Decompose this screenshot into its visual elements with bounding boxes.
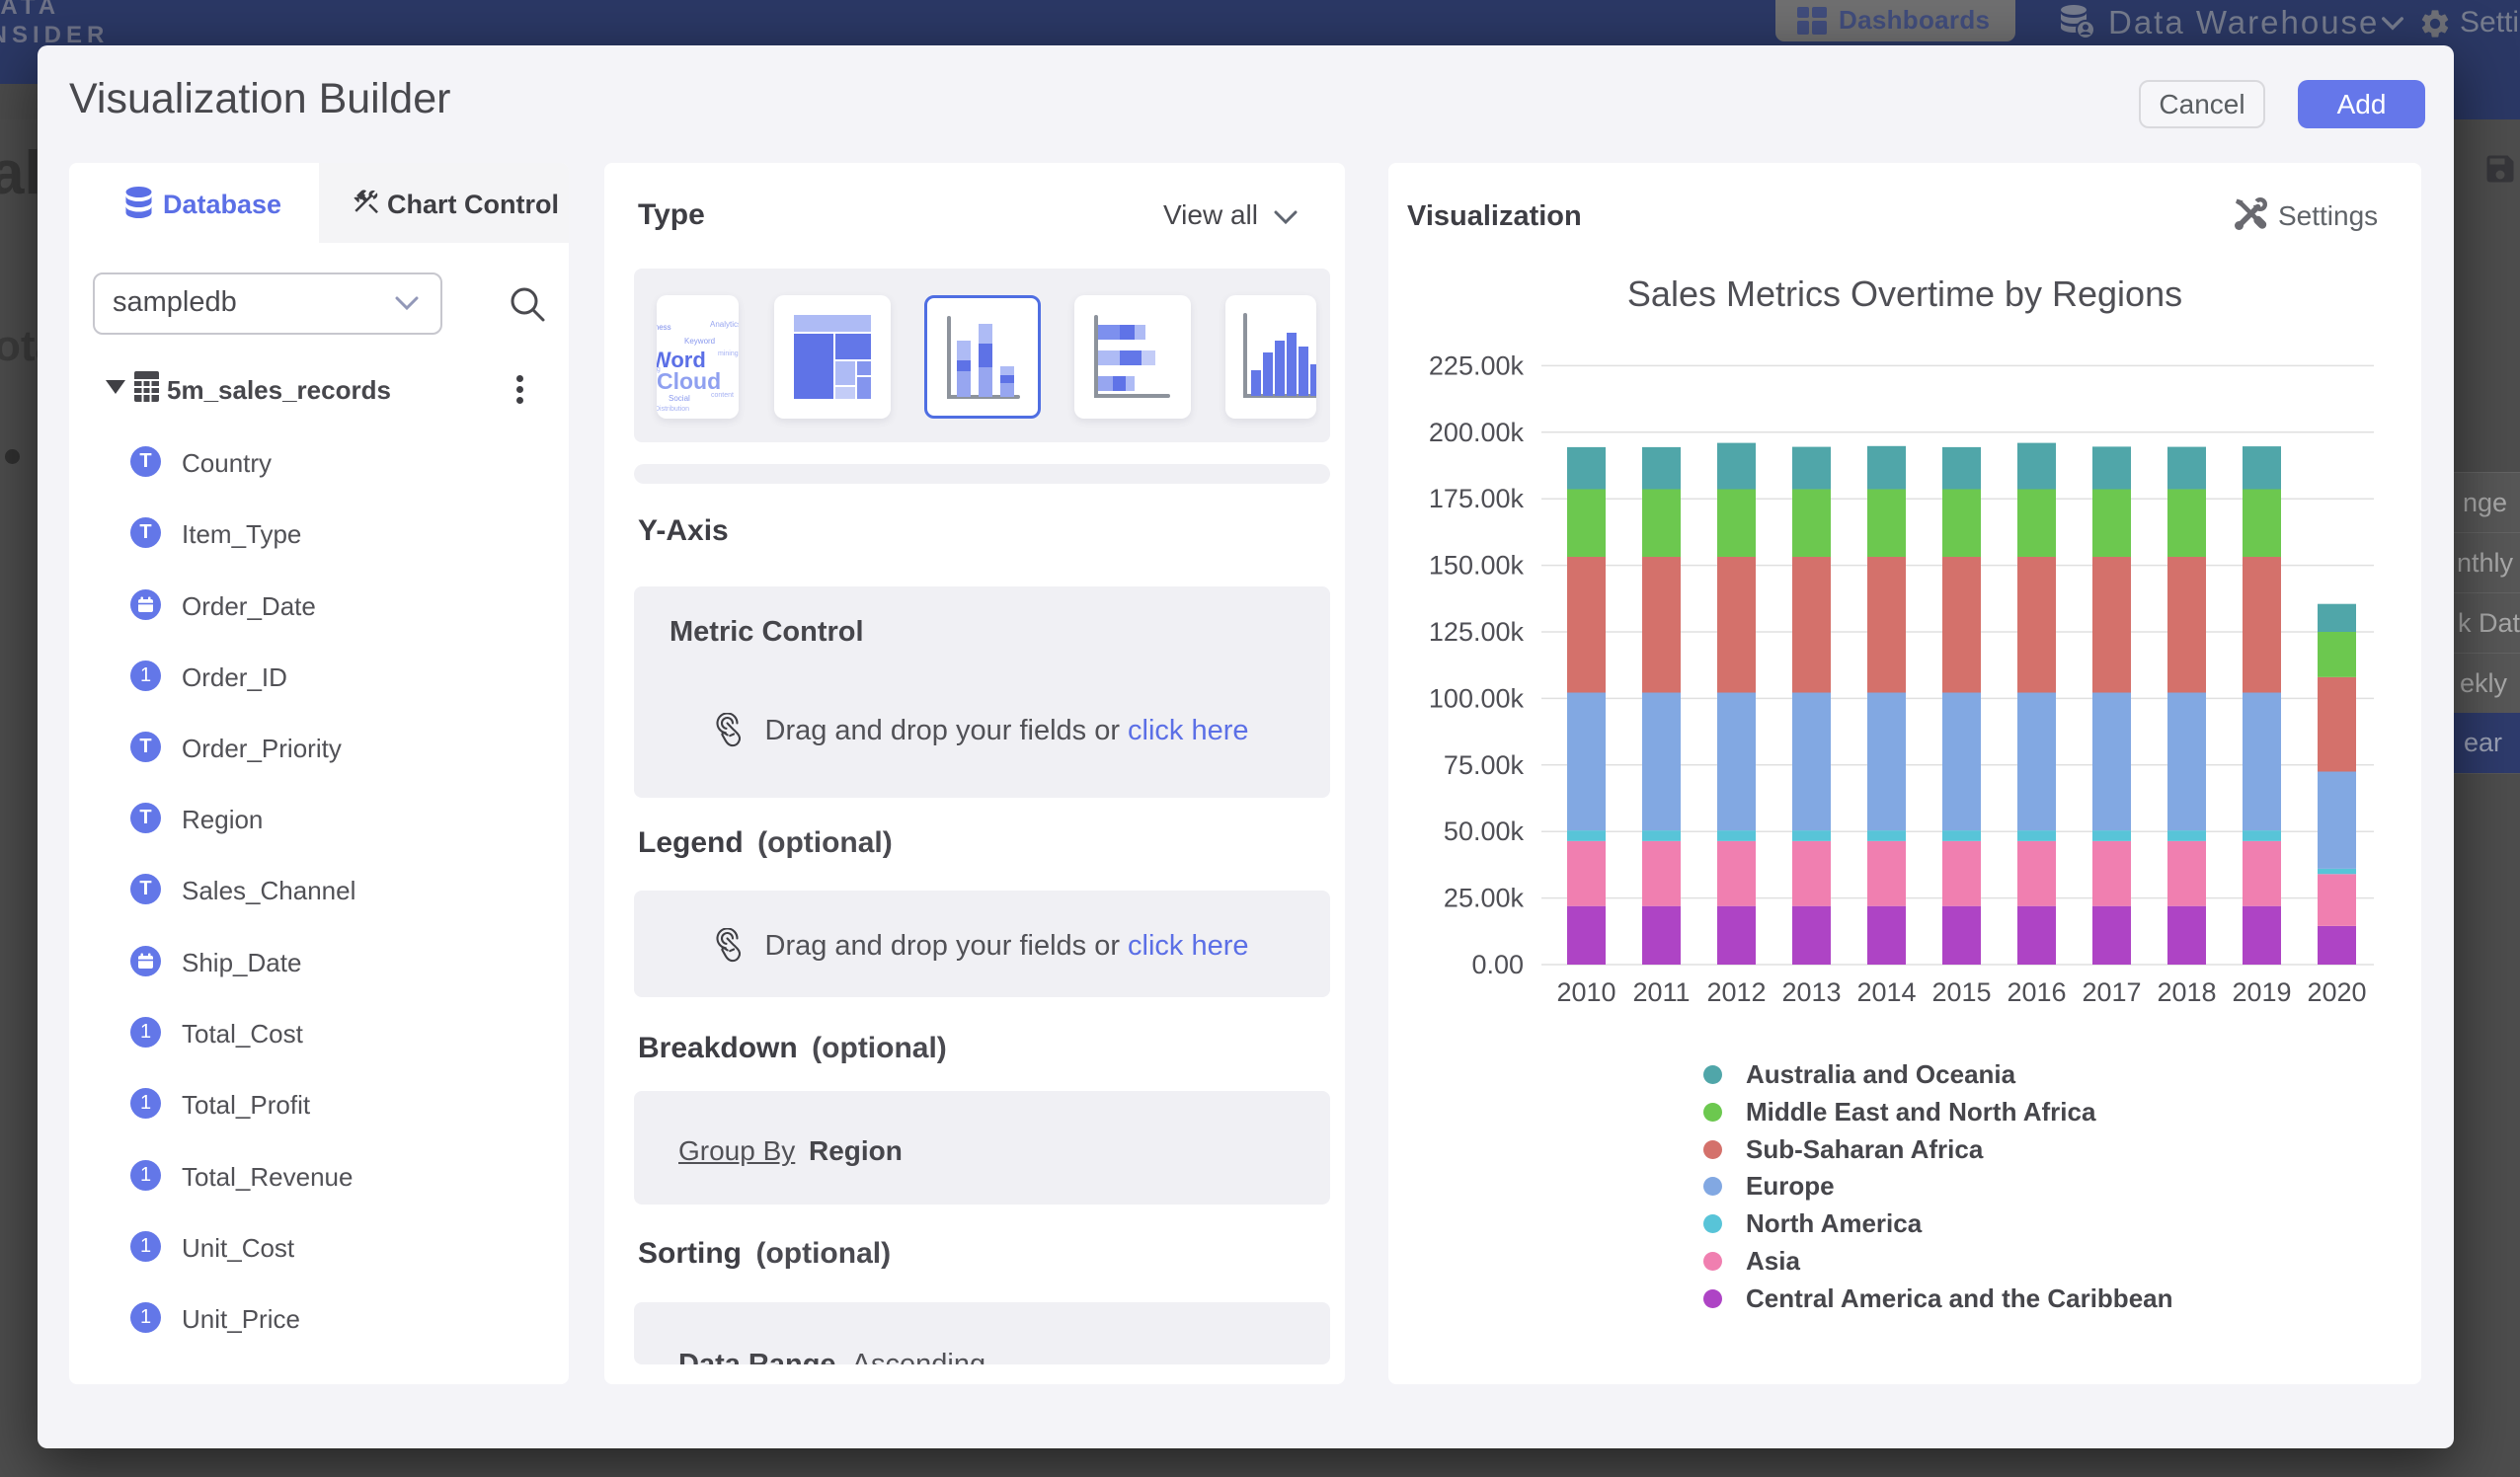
svg-text:2012: 2012 (1706, 977, 1766, 1007)
svg-text:150.00k: 150.00k (1429, 551, 1525, 581)
svg-text:2016: 2016 (2007, 977, 2066, 1007)
svg-text:2013: 2013 (1781, 977, 1841, 1007)
svg-text:100.00k: 100.00k (1429, 683, 1525, 713)
svg-text:0.00: 0.00 (1471, 950, 1524, 979)
svg-text:2018: 2018 (2157, 977, 2216, 1007)
svg-text:2019: 2019 (2232, 977, 2291, 1007)
svg-text:2014: 2014 (1856, 977, 1916, 1007)
svg-text:25.00k: 25.00k (1444, 884, 1525, 913)
svg-text:50.00k: 50.00k (1444, 816, 1525, 846)
svg-text:2017: 2017 (2082, 977, 2141, 1007)
svg-text:200.00k: 200.00k (1429, 418, 1525, 447)
svg-text:175.00k: 175.00k (1429, 484, 1525, 513)
svg-text:75.00k: 75.00k (1444, 750, 1525, 780)
svg-text:2010: 2010 (1556, 977, 1615, 1007)
svg-text:2020: 2020 (2307, 977, 2366, 1007)
svg-text:125.00k: 125.00k (1429, 617, 1525, 647)
svg-text:225.00k: 225.00k (1429, 350, 1525, 380)
svg-text:2011: 2011 (1632, 977, 1690, 1007)
svg-text:2015: 2015 (1931, 977, 1991, 1007)
